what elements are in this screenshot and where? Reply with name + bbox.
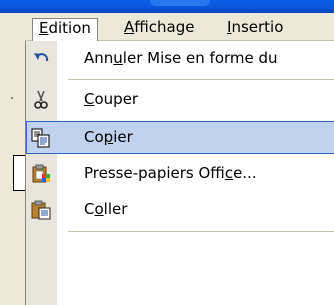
edition-dropdown-menu: Annuler Mise en forme du Couper Copier P…: [25, 41, 334, 305]
document-edge: [0, 13, 25, 305]
menu-affichage[interactable]: Affichage: [117, 18, 201, 41]
window-titlebar: [0, 0, 334, 13]
menu-item-annuler[interactable]: Annuler Mise en forme du: [26, 42, 334, 75]
clipboard-office-icon: [30, 163, 52, 185]
menu-edition[interactable]: Edition: [32, 18, 98, 41]
menu-item-presse-papiers[interactable]: Presse-papiers Office...: [26, 157, 334, 190]
menu-item-copier[interactable]: Copier: [26, 121, 334, 154]
menu-separator: [68, 231, 334, 232]
menu-separator: [68, 79, 334, 80]
menu-item-coller[interactable]: Coller: [26, 193, 334, 226]
menu-bar: Edition Affichage Insertio: [25, 13, 334, 41]
paste-icon: [30, 199, 52, 221]
undo-icon: [30, 48, 52, 70]
copy-icon: [30, 127, 52, 149]
menu-item-couper[interactable]: Couper: [26, 83, 334, 116]
menu-insertion[interactable]: Insertio: [220, 18, 290, 41]
scissors-icon: [30, 89, 52, 111]
ruler-marker: [13, 155, 25, 191]
